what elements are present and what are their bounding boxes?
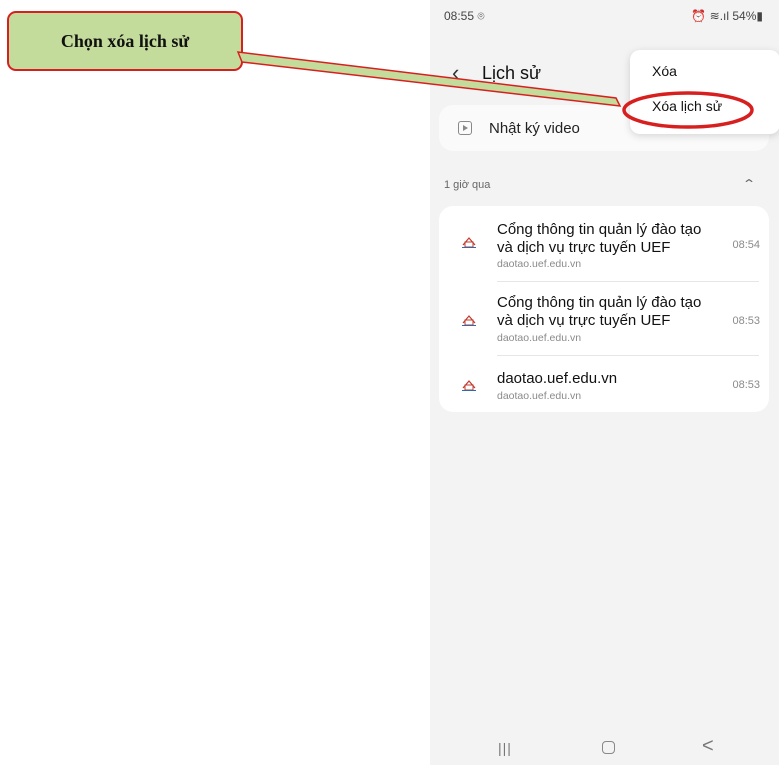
history-item[interactable]: Cổng thông tin quản lý đào tạo và dịch v… [439,206,769,278]
instruction-callout: Chọn xóa lịch sử [7,11,243,71]
chevron-left-icon[interactable]: ‹ [452,62,459,84]
history-item-url: daotao.uef.edu.vn [497,258,582,270]
status-icons: ⏰ ≋.ıl 54%▮ [691,9,763,23]
menu-item-delete[interactable]: Xóa [652,63,677,79]
history-item[interactable]: daotao.uef.edu.vn daotao.uef.edu.vn 08:5… [439,356,769,412]
uef-favicon-icon [462,380,476,391]
history-item-title: Cổng thông tin quản lý đào tạo và dịch v… [497,221,702,256]
callout-text: Chọn xóa lịch sử [60,30,190,51]
history-item-time: 08:53 [732,379,760,391]
video-history-label: Nhật ký video [489,120,580,137]
history-list: Cổng thông tin quản lý đào tạo và dịch v… [439,206,769,412]
uef-favicon-icon [462,237,476,248]
page-title: Lịch sử [482,63,542,83]
chevron-up-icon[interactable]: ⌃ [742,177,756,191]
system-nav-bar: ||| < [430,720,779,765]
menu-item-delete-history[interactable]: Xóa lịch sử [652,98,722,114]
phone-screen: 08:55 ⌾ ⏰ ≋.ıl 54%▮ ‹ Lịch sử Nhật ký vi… [430,0,779,765]
history-item-title: Cổng thông tin quản lý đào tạo và dịch v… [497,294,702,329]
uef-favicon-icon [462,315,476,326]
back-button[interactable]: < [702,735,714,758]
status-time: 08:55 ⌾ [444,9,485,23]
history-item-title: daotao.uef.edu.vn [497,370,618,387]
history-item[interactable]: Cổng thông tin quản lý đào tạo và dịch v… [439,282,769,354]
recent-apps-button[interactable]: ||| [498,740,512,756]
play-square-icon [458,121,472,135]
history-item-time: 08:54 [732,239,760,251]
history-item-url: daotao.uef.edu.vn [497,332,582,344]
history-item-url: daotao.uef.edu.vn [497,390,582,402]
overflow-menu: Xóa Xóa lịch sử [630,50,779,134]
history-item-time: 08:53 [732,315,760,327]
home-icon[interactable] [602,741,615,754]
section-label: 1 giờ qua [444,179,491,191]
status-bar: 08:55 ⌾ ⏰ ≋.ıl 54%▮ [430,0,779,30]
